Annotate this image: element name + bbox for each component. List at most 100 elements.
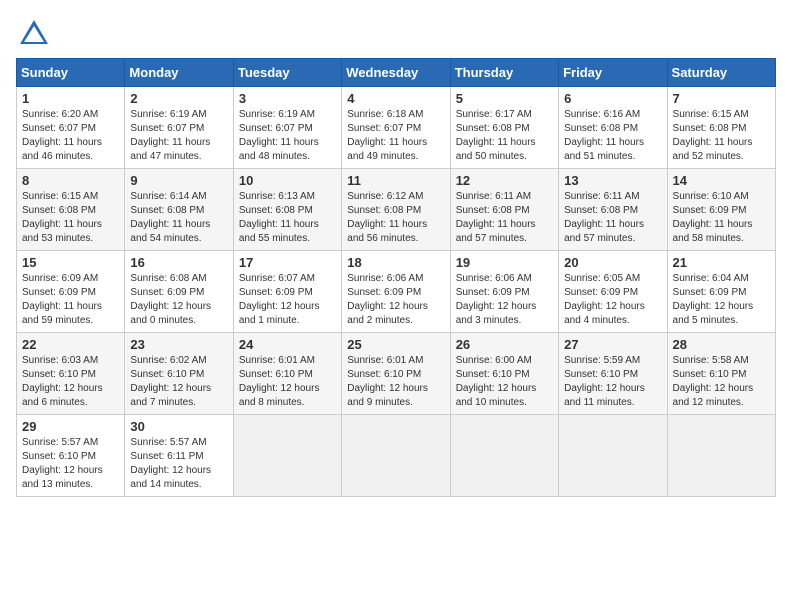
day-number: 27 [564, 337, 661, 352]
day-info: Sunrise: 6:02 AM Sunset: 6:10 PM Dayligh… [130, 354, 227, 410]
calendar-cell: 2 Sunrise: 6:19 AM Sunset: 6:07 PM Dayli… [125, 87, 233, 169]
weekday-header: Thursday [450, 59, 558, 87]
day-number: 23 [130, 337, 227, 352]
calendar-cell: 28 Sunrise: 5:58 AM Sunset: 6:10 PM Dayl… [667, 333, 775, 415]
calendar-table: SundayMondayTuesdayWednesdayThursdayFrid… [16, 58, 776, 497]
calendar-cell: 12 Sunrise: 6:11 AM Sunset: 6:08 PM Dayl… [450, 169, 558, 251]
calendar-cell: 17 Sunrise: 6:07 AM Sunset: 6:09 PM Dayl… [233, 251, 341, 333]
calendar-cell: 26 Sunrise: 6:00 AM Sunset: 6:10 PM Dayl… [450, 333, 558, 415]
calendar-cell: 9 Sunrise: 6:14 AM Sunset: 6:08 PM Dayli… [125, 169, 233, 251]
calendar-cell [233, 415, 341, 497]
calendar-cell [450, 415, 558, 497]
day-number: 10 [239, 173, 336, 188]
calendar-cell [342, 415, 450, 497]
calendar-cell: 15 Sunrise: 6:09 AM Sunset: 6:09 PM Dayl… [17, 251, 125, 333]
day-number: 13 [564, 173, 661, 188]
day-info: Sunrise: 6:06 AM Sunset: 6:09 PM Dayligh… [456, 272, 553, 328]
day-number: 18 [347, 255, 444, 270]
day-number: 26 [456, 337, 553, 352]
calendar-cell: 25 Sunrise: 6:01 AM Sunset: 6:10 PM Dayl… [342, 333, 450, 415]
day-number: 12 [456, 173, 553, 188]
day-number: 29 [22, 419, 119, 434]
calendar-cell: 19 Sunrise: 6:06 AM Sunset: 6:09 PM Dayl… [450, 251, 558, 333]
day-info: Sunrise: 6:17 AM Sunset: 6:08 PM Dayligh… [456, 108, 553, 164]
day-info: Sunrise: 6:18 AM Sunset: 6:07 PM Dayligh… [347, 108, 444, 164]
day-info: Sunrise: 6:00 AM Sunset: 6:10 PM Dayligh… [456, 354, 553, 410]
day-info: Sunrise: 6:20 AM Sunset: 6:07 PM Dayligh… [22, 108, 119, 164]
calendar-cell: 4 Sunrise: 6:18 AM Sunset: 6:07 PM Dayli… [342, 87, 450, 169]
day-number: 7 [673, 91, 770, 106]
day-info: Sunrise: 6:19 AM Sunset: 6:07 PM Dayligh… [239, 108, 336, 164]
day-number: 5 [456, 91, 553, 106]
calendar-cell: 5 Sunrise: 6:17 AM Sunset: 6:08 PM Dayli… [450, 87, 558, 169]
calendar-week-row: 1 Sunrise: 6:20 AM Sunset: 6:07 PM Dayli… [17, 87, 776, 169]
day-number: 3 [239, 91, 336, 106]
calendar-week-row: 29 Sunrise: 5:57 AM Sunset: 6:10 PM Dayl… [17, 415, 776, 497]
day-info: Sunrise: 6:01 AM Sunset: 6:10 PM Dayligh… [239, 354, 336, 410]
day-number: 24 [239, 337, 336, 352]
day-number: 30 [130, 419, 227, 434]
day-info: Sunrise: 6:14 AM Sunset: 6:08 PM Dayligh… [130, 190, 227, 246]
day-info: Sunrise: 5:57 AM Sunset: 6:11 PM Dayligh… [130, 436, 227, 492]
day-info: Sunrise: 6:10 AM Sunset: 6:09 PM Dayligh… [673, 190, 770, 246]
calendar-cell: 27 Sunrise: 5:59 AM Sunset: 6:10 PM Dayl… [559, 333, 667, 415]
day-number: 8 [22, 173, 119, 188]
day-info: Sunrise: 6:11 AM Sunset: 6:08 PM Dayligh… [456, 190, 553, 246]
day-number: 21 [673, 255, 770, 270]
day-number: 22 [22, 337, 119, 352]
calendar-cell: 18 Sunrise: 6:06 AM Sunset: 6:09 PM Dayl… [342, 251, 450, 333]
calendar-cell [667, 415, 775, 497]
day-number: 17 [239, 255, 336, 270]
calendar-cell: 8 Sunrise: 6:15 AM Sunset: 6:08 PM Dayli… [17, 169, 125, 251]
day-number: 28 [673, 337, 770, 352]
day-info: Sunrise: 6:19 AM Sunset: 6:07 PM Dayligh… [130, 108, 227, 164]
day-number: 25 [347, 337, 444, 352]
day-number: 2 [130, 91, 227, 106]
calendar-cell: 1 Sunrise: 6:20 AM Sunset: 6:07 PM Dayli… [17, 87, 125, 169]
day-number: 19 [456, 255, 553, 270]
day-info: Sunrise: 6:15 AM Sunset: 6:08 PM Dayligh… [22, 190, 119, 246]
calendar-cell: 30 Sunrise: 5:57 AM Sunset: 6:11 PM Dayl… [125, 415, 233, 497]
day-info: Sunrise: 5:59 AM Sunset: 6:10 PM Dayligh… [564, 354, 661, 410]
calendar-header-row: SundayMondayTuesdayWednesdayThursdayFrid… [17, 59, 776, 87]
calendar-cell: 3 Sunrise: 6:19 AM Sunset: 6:07 PM Dayli… [233, 87, 341, 169]
day-number: 6 [564, 91, 661, 106]
calendar-cell: 14 Sunrise: 6:10 AM Sunset: 6:09 PM Dayl… [667, 169, 775, 251]
day-number: 15 [22, 255, 119, 270]
day-info: Sunrise: 5:57 AM Sunset: 6:10 PM Dayligh… [22, 436, 119, 492]
day-info: Sunrise: 6:15 AM Sunset: 6:08 PM Dayligh… [673, 108, 770, 164]
weekday-header: Monday [125, 59, 233, 87]
day-info: Sunrise: 6:05 AM Sunset: 6:09 PM Dayligh… [564, 272, 661, 328]
calendar-cell: 16 Sunrise: 6:08 AM Sunset: 6:09 PM Dayl… [125, 251, 233, 333]
day-number: 1 [22, 91, 119, 106]
calendar-cell: 21 Sunrise: 6:04 AM Sunset: 6:09 PM Dayl… [667, 251, 775, 333]
day-info: Sunrise: 6:11 AM Sunset: 6:08 PM Dayligh… [564, 190, 661, 246]
calendar-week-row: 8 Sunrise: 6:15 AM Sunset: 6:08 PM Dayli… [17, 169, 776, 251]
weekday-header: Wednesday [342, 59, 450, 87]
day-info: Sunrise: 6:16 AM Sunset: 6:08 PM Dayligh… [564, 108, 661, 164]
day-number: 20 [564, 255, 661, 270]
weekday-header: Sunday [17, 59, 125, 87]
calendar-cell: 20 Sunrise: 6:05 AM Sunset: 6:09 PM Dayl… [559, 251, 667, 333]
weekday-header: Saturday [667, 59, 775, 87]
calendar-week-row: 22 Sunrise: 6:03 AM Sunset: 6:10 PM Dayl… [17, 333, 776, 415]
calendar-cell: 23 Sunrise: 6:02 AM Sunset: 6:10 PM Dayl… [125, 333, 233, 415]
calendar-cell: 10 Sunrise: 6:13 AM Sunset: 6:08 PM Dayl… [233, 169, 341, 251]
day-number: 9 [130, 173, 227, 188]
day-info: Sunrise: 6:08 AM Sunset: 6:09 PM Dayligh… [130, 272, 227, 328]
weekday-header: Friday [559, 59, 667, 87]
calendar-cell [559, 415, 667, 497]
day-number: 14 [673, 173, 770, 188]
day-info: Sunrise: 5:58 AM Sunset: 6:10 PM Dayligh… [673, 354, 770, 410]
calendar-cell: 6 Sunrise: 6:16 AM Sunset: 6:08 PM Dayli… [559, 87, 667, 169]
day-info: Sunrise: 6:09 AM Sunset: 6:09 PM Dayligh… [22, 272, 119, 328]
page-header [16, 16, 776, 52]
weekday-header: Tuesday [233, 59, 341, 87]
day-info: Sunrise: 6:04 AM Sunset: 6:09 PM Dayligh… [673, 272, 770, 328]
logo-icon [16, 16, 52, 52]
day-number: 16 [130, 255, 227, 270]
day-info: Sunrise: 6:07 AM Sunset: 6:09 PM Dayligh… [239, 272, 336, 328]
calendar-week-row: 15 Sunrise: 6:09 AM Sunset: 6:09 PM Dayl… [17, 251, 776, 333]
day-info: Sunrise: 6:12 AM Sunset: 6:08 PM Dayligh… [347, 190, 444, 246]
day-info: Sunrise: 6:03 AM Sunset: 6:10 PM Dayligh… [22, 354, 119, 410]
